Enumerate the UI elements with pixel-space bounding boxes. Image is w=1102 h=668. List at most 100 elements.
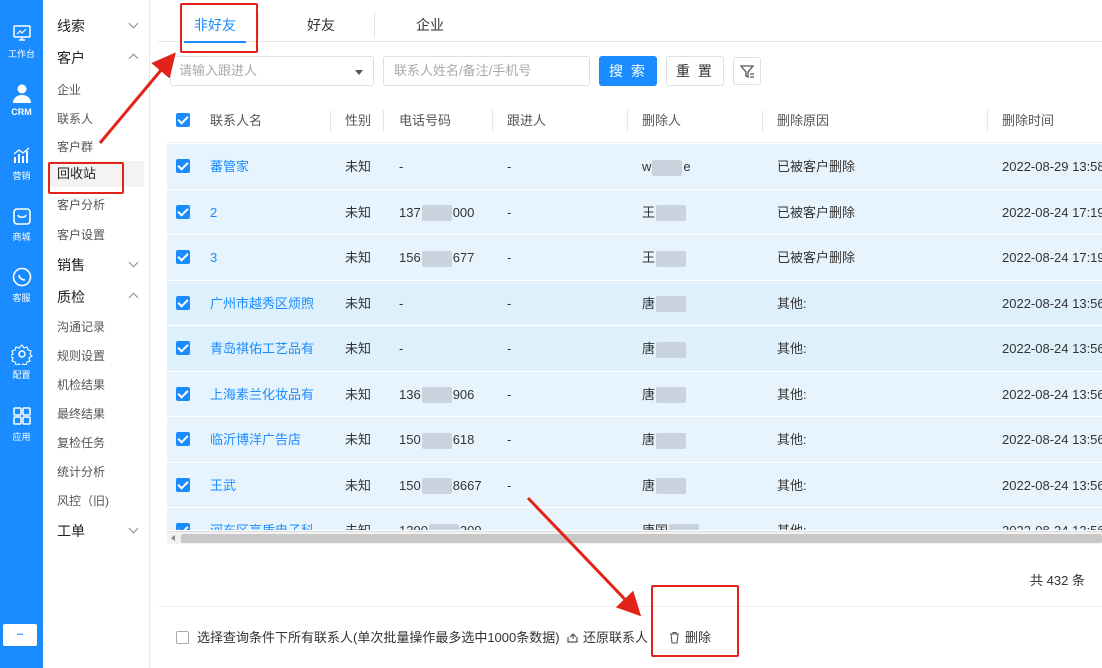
phone-cell: 150 8667 [399,477,482,495]
contact-name-link[interactable]: 蕃管家 [210,144,318,189]
row-checkbox[interactable] [176,295,190,310]
redaction-blur [656,478,687,495]
chevron-up-icon [128,53,139,64]
row-checkbox[interactable] [176,432,190,446]
deleter-cell: 唐国 [642,508,700,530]
tab-enterprise[interactable]: 企业 [416,4,444,42]
row-checkbox[interactable] [176,477,190,492]
col-header-phone: 电话号码 [399,113,452,128]
monitor-icon [12,25,31,41]
sidebar-item-recycle-bin[interactable]: 回收站 [48,161,144,187]
redaction-blur [669,523,700,530]
rail-label: 应用 [12,432,31,442]
table-row[interactable]: 广州市越秀区烦煦 未知 - - 唐 其他: 2022-08-24 13:56 [167,280,1102,326]
table-row[interactable]: 临沂博洋广告店 未知 150 618 - 唐 其他: 2022-08-24 13:56 [167,417,1102,463]
sidebar-item-communication[interactable]: 沟通记录 [57,318,105,335]
table-row[interactable]: 王武 未知 150 8667 - 唐 其他: 2022-08-24 13:56 [167,462,1102,508]
tab-bar: 非好友 好友 企业 [158,4,1102,43]
main-panel: 非好友 好友 企业 请输入跟进人 联系人姓名/备注/手机号 搜 索 重 置 联系… [150,0,1102,668]
sidebar-item-enterprise[interactable]: 企业 [57,81,81,98]
scrollbar-thumb[interactable] [181,534,1102,543]
gender-cell: 未知 [345,250,372,265]
rail-item-service[interactable]: 客服 [0,266,43,304]
chevron-up-icon [128,292,139,303]
sidebar-item-risk-old[interactable]: 风控（旧) [57,492,109,509]
time-cell: 2022-08-24 17:19 [1002,250,1102,265]
rail-item-crm[interactable]: CRM [0,82,43,117]
reason-cell: 其他: [777,386,807,402]
reason-cell: 其他: [777,508,807,530]
delete-button[interactable]: 删除 [668,627,711,646]
contact-name-link[interactable]: 河东区亮盾电子科 [210,508,318,530]
followup-cell: - [507,341,512,356]
select-all-query-checkbox[interactable] [176,631,189,644]
phone-cell: - [399,341,404,356]
rail-item-config[interactable]: 配置 [0,343,43,381]
table-row[interactable]: 河东区亮盾电子科 未知 1390309 - 唐国 其他: 2022-08-24 13:56 [167,508,1102,530]
col-header-time: 删除时间 [1002,113,1055,128]
sidebar-item-customer-groups[interactable]: 客户群 [57,138,93,155]
select-all-checkbox[interactable] [176,113,190,127]
sidebar-item-customer-settings[interactable]: 客户设置 [57,226,105,243]
rail-item-mall[interactable]: 商城 [0,205,43,243]
contact-name-link[interactable]: 王武 [210,463,318,508]
gender-cell: 未知 [345,508,371,530]
redaction-blur [421,387,452,404]
rail-item-workbench[interactable]: 工作台 [0,22,43,60]
contact-name-link[interactable]: 上海素兰化妆品有 [210,372,318,417]
table-row[interactable]: 3 未知 156 677 - 王 已被客户删除 2022-08-24 17:19 [167,235,1102,281]
contact-name-link[interactable]: 广州市越秀区烦煦 [210,281,318,326]
contact-search-input[interactable]: 联系人姓名/备注/手机号 [383,56,590,86]
sidebar-group-ticket[interactable]: 工单 [57,521,143,541]
contact-name-link[interactable]: 临沂博洋广告店 [210,417,318,462]
filter-button[interactable] [733,57,761,85]
sidebar-item-machine-results[interactable]: 机检结果 [57,376,105,393]
sidebar-item-rules[interactable]: 规则设置 [57,347,105,364]
sidebar-item-recheck[interactable]: 复检任务 [57,434,105,451]
col-header-deleter: 删除人 [642,113,682,128]
batch-action-bar: 选择查询条件下所有联系人(单次批量操作最多选中1000条数据) 还原联系人 删除 [158,606,1102,668]
redaction-blur [656,432,687,449]
phone-cell: 136 906 [399,386,475,404]
row-checkbox[interactable] [176,159,190,173]
followup-select[interactable]: 请输入跟进人 [170,56,374,86]
sidebar-item-statistics[interactable]: 统计分析 [57,463,105,480]
table-row[interactable]: 蕃管家 未知 - - w e 已被客户删除 2022-08-29 13:58 [167,144,1102,190]
rail-label: 配置 [12,370,31,380]
followup-cell: - [507,204,512,220]
deleter-cell: 唐 [642,281,687,326]
tab-friends[interactable]: 好友 [307,4,335,42]
share-icon [567,633,578,643]
horizontal-scrollbar[interactable] [167,531,1102,544]
contact-name-link[interactable]: 青岛祺佑工艺品有 [210,326,318,371]
table-row[interactable]: 上海素兰化妆品有 未知 136 906 - 唐 其他: 2022-08-24 13:56 [167,371,1102,417]
redaction-blur [652,159,683,176]
row-checkbox[interactable] [176,386,190,401]
sidebar-group-customer[interactable]: 客户 [57,48,143,68]
sidebar-item-final-results[interactable]: 最终结果 [57,405,105,422]
row-checkbox[interactable] [176,250,190,264]
scroll-left-icon[interactable] [171,535,175,541]
reset-button[interactable]: 重 置 [666,56,724,86]
sidebar-group-leads[interactable]: 线索 [57,16,143,36]
sidebar-item-contacts[interactable]: 联系人 [57,110,93,127]
restore-contacts-button[interactable]: 还原联系人 [566,627,648,646]
table-row[interactable]: 2 未知 137 000 - 王 已被客户删除 2022-08-24 17:19 [167,189,1102,235]
redaction-blur [421,478,452,495]
tab-non-friends[interactable]: 非好友 [184,4,246,43]
search-button[interactable]: 搜 索 [599,56,657,86]
row-checkbox[interactable] [176,341,190,355]
reason-cell: 已被客户删除 [777,159,856,174]
contact-name-link[interactable]: 2 [210,190,318,235]
sidebar-item-customer-analysis[interactable]: 客户分析 [57,196,105,213]
rail-item-apps[interactable]: 应用 [0,405,43,443]
followup-cell: - [507,159,512,174]
rail-item-marketing[interactable]: 营销 [0,144,43,182]
contact-name-link[interactable]: 3 [210,235,318,280]
sidebar-group-sales[interactable]: 销售 [57,255,143,275]
column-divider [330,110,331,132]
table-row[interactable]: 青岛祺佑工艺品有 未知 - - 唐 其他: 2022-08-24 13:56 [167,326,1102,372]
row-checkbox[interactable] [176,204,190,219]
row-checkbox[interactable] [176,523,190,530]
sidebar-group-qc[interactable]: 质检 [57,287,143,307]
